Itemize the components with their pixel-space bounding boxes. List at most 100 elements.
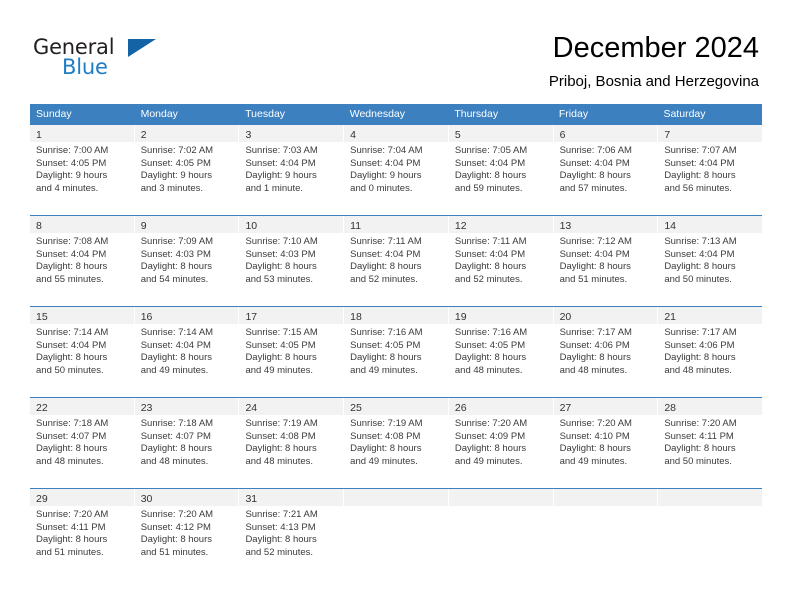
calendar-day-cell[interactable]: 14 Sunrise: 7:13 AM Sunset: 4:04 PM Dayl… [657,216,763,306]
daylight-text-line1: Daylight: 8 hours [140,534,213,546]
daylight-text-line1: Daylight: 8 hours [664,352,736,364]
sunrise-text: Sunrise: 7:00 AM [36,145,109,156]
calendar-day-cell[interactable]: 5 Sunrise: 7:05 AM Sunset: 4:04 PM Dayli… [447,125,553,215]
sunrise-text: Sunrise: 7:07 AM [664,145,737,156]
day-details: Sunrise: 7:20 AM Sunset: 4:11 PM Dayligh… [30,506,134,559]
daylight-text-line1: Daylight: 8 hours [454,261,527,273]
sunset-text: Sunset: 4:04 PM [245,157,316,169]
calendar-day-cell[interactable]: 9 Sunrise: 7:09 AM Sunset: 4:03 PM Dayli… [133,216,239,306]
sunset-text: Sunset: 4:11 PM [36,521,106,533]
calendar-day-cell[interactable]: 22 Sunrise: 7:18 AM Sunset: 4:07 PM Dayl… [30,398,134,488]
daylight-text-line1: Daylight: 8 hours [559,443,631,455]
weekday-header-saturday: Saturday [663,108,706,120]
day-details: Sunrise: 7:10 AM Sunset: 4:03 PM Dayligh… [239,233,343,286]
daylight-text-line2: and 48 minutes. [36,455,104,467]
daylight-text-line2: and 48 minutes. [140,455,209,467]
sunset-text: Sunset: 4:05 PM [140,157,211,169]
sunset-text: Sunset: 4:05 PM [350,339,421,351]
calendar-day-cell[interactable]: 8 Sunrise: 7:08 AM Sunset: 4:04 PM Dayli… [30,216,134,306]
daylight-text-line1: Daylight: 8 hours [36,352,108,364]
day-number: 22 [36,402,48,414]
calendar-day-cell[interactable]: 11 Sunrise: 7:11 AM Sunset: 4:04 PM Dayl… [343,216,448,306]
day-number: 21 [664,311,676,323]
calendar-week-row: 15 Sunrise: 7:14 AM Sunset: 4:04 PM Dayl… [30,306,763,397]
page-title: December 2024 [552,32,759,64]
calendar-day-cell[interactable]: 30 Sunrise: 7:20 AM Sunset: 4:12 PM Dayl… [133,489,239,579]
sunrise-text: Sunrise: 7:20 AM [664,418,737,429]
sunset-text: Sunset: 4:03 PM [140,248,211,260]
day-number: 29 [36,493,48,505]
sunset-text: Sunset: 4:12 PM [140,521,211,533]
calendar-day-cell[interactable]: 21 Sunrise: 7:17 AM Sunset: 4:06 PM Dayl… [657,307,763,397]
sunset-text: Sunset: 4:08 PM [245,430,316,442]
weekday-header-monday: Monday [140,108,178,120]
day-details: Sunrise: 7:19 AM Sunset: 4:08 PM Dayligh… [344,415,448,468]
calendar-day-cell[interactable]: 13 Sunrise: 7:12 AM Sunset: 4:04 PM Dayl… [552,216,658,306]
sunset-text: Sunset: 4:05 PM [454,339,526,351]
day-details: Sunrise: 7:21 AM Sunset: 4:13 PM Dayligh… [239,506,343,559]
day-number: 1 [36,129,42,141]
sunrise-text: Sunrise: 7:09 AM [140,236,214,247]
sunrise-text: Sunrise: 7:10 AM [245,236,318,247]
day-number: 6 [559,129,566,141]
calendar-day-cell[interactable]: 28 Sunrise: 7:20 AM Sunset: 4:11 PM Dayl… [657,398,763,488]
calendar-day-cell[interactable]: 2 Sunrise: 7:02 AM Sunset: 4:05 PM Dayli… [133,125,239,215]
calendar-day-cell[interactable]: 23 Sunrise: 7:18 AM Sunset: 4:07 PM Dayl… [133,398,239,488]
calendar-day-cell[interactable]: 25 Sunrise: 7:19 AM Sunset: 4:08 PM Dayl… [343,398,448,488]
day-details: Sunrise: 7:04 AM Sunset: 4:04 PM Dayligh… [344,142,448,195]
calendar-day-cell[interactable]: 24 Sunrise: 7:19 AM Sunset: 4:08 PM Dayl… [238,398,344,488]
calendar-day-cell[interactable]: 19 Sunrise: 7:16 AM Sunset: 4:05 PM Dayl… [447,307,553,397]
sunrise-text: Sunrise: 7:17 AM [559,327,632,338]
calendar-day-cell[interactable]: 27 Sunrise: 7:20 AM Sunset: 4:10 PM Dayl… [552,398,658,488]
daylight-text-line2: and 48 minutes. [245,455,314,467]
daylight-text-line2: and 53 minutes. [245,273,314,285]
general-blue-logo: General Blue [33,36,163,82]
day-number-band: 26 [448,398,553,415]
calendar-day-cell[interactable]: 29 Sunrise: 7:20 AM Sunset: 4:11 PM Dayl… [30,489,134,579]
daylight-text-line1: Daylight: 8 hours [664,443,736,455]
day-number-band: 13 [553,216,658,233]
daylight-text-line1: Daylight: 8 hours [350,352,422,364]
day-details: Sunrise: 7:00 AM Sunset: 4:05 PM Dayligh… [30,142,134,195]
day-details: Sunrise: 7:06 AM Sunset: 4:04 PM Dayligh… [554,142,658,195]
sunrise-text: Sunrise: 7:20 AM [140,509,214,520]
day-number: 25 [350,402,362,414]
calendar-day-cell[interactable]: 15 Sunrise: 7:14 AM Sunset: 4:04 PM Dayl… [30,307,134,397]
calendar-day-cell[interactable]: 7 Sunrise: 7:07 AM Sunset: 4:04 PM Dayli… [657,125,763,215]
daylight-text-line2: and 52 minutes. [350,273,418,285]
calendar-day-cell[interactable]: 16 Sunrise: 7:14 AM Sunset: 4:04 PM Dayl… [133,307,239,397]
calendar-day-cell[interactable]: 4 Sunrise: 7:04 AM Sunset: 4:04 PM Dayli… [343,125,448,215]
daylight-text-line2: and 52 minutes. [454,273,523,285]
calendar-day-cell[interactable]: 10 Sunrise: 7:10 AM Sunset: 4:03 PM Dayl… [238,216,344,306]
logo-triangle-icon [128,39,156,57]
day-details: Sunrise: 7:07 AM Sunset: 4:04 PM Dayligh… [658,142,762,195]
calendar-day-cell[interactable]: 31 Sunrise: 7:21 AM Sunset: 4:13 PM Dayl… [238,489,344,579]
day-number: 11 [350,220,362,232]
day-details: Sunrise: 7:02 AM Sunset: 4:05 PM Dayligh… [135,142,239,195]
day-details: Sunrise: 7:20 AM Sunset: 4:12 PM Dayligh… [135,506,239,559]
calendar-day-cell[interactable]: 12 Sunrise: 7:11 AM Sunset: 4:04 PM Dayl… [447,216,553,306]
sunrise-text: Sunrise: 7:21 AM [245,509,318,520]
daylight-text-line2: and 51 minutes. [36,546,104,558]
calendar-day-cell[interactable]: 6 Sunrise: 7:06 AM Sunset: 4:04 PM Dayli… [552,125,658,215]
daylight-text-line2: and 55 minutes. [36,273,104,285]
day-number: 30 [140,493,153,505]
calendar-day-cell[interactable]: 1 Sunrise: 7:00 AM Sunset: 4:05 PM Dayli… [30,125,134,215]
day-number-band: 27 [553,398,658,415]
weekday-header-thursday: Thursday [454,108,499,120]
sunrise-text: Sunrise: 7:11 AM [454,236,527,247]
sunrise-text: Sunrise: 7:15 AM [245,327,318,338]
daylight-text-line1: Daylight: 8 hours [245,443,317,455]
calendar-day-cell[interactable]: 20 Sunrise: 7:17 AM Sunset: 4:06 PM Dayl… [552,307,658,397]
calendar-day-cell[interactable]: 17 Sunrise: 7:15 AM Sunset: 4:05 PM Dayl… [238,307,344,397]
day-number: 23 [140,402,153,414]
day-details: Sunrise: 7:16 AM Sunset: 4:05 PM Dayligh… [449,324,553,377]
calendar-day-cell[interactable]: 26 Sunrise: 7:20 AM Sunset: 4:09 PM Dayl… [447,398,553,488]
sunrise-text: Sunrise: 7:16 AM [350,327,423,338]
day-details: Sunrise: 7:18 AM Sunset: 4:07 PM Dayligh… [135,415,239,468]
calendar-day-cell[interactable]: 18 Sunrise: 7:16 AM Sunset: 4:05 PM Dayl… [343,307,448,397]
sunset-text: Sunset: 4:11 PM [664,430,734,442]
calendar-day-cell[interactable]: 3 Sunrise: 7:03 AM Sunset: 4:04 PM Dayli… [238,125,344,215]
daylight-text-line1: Daylight: 8 hours [245,261,317,273]
page-header: General Blue December 2024 Priboj, Bosni… [0,0,792,96]
